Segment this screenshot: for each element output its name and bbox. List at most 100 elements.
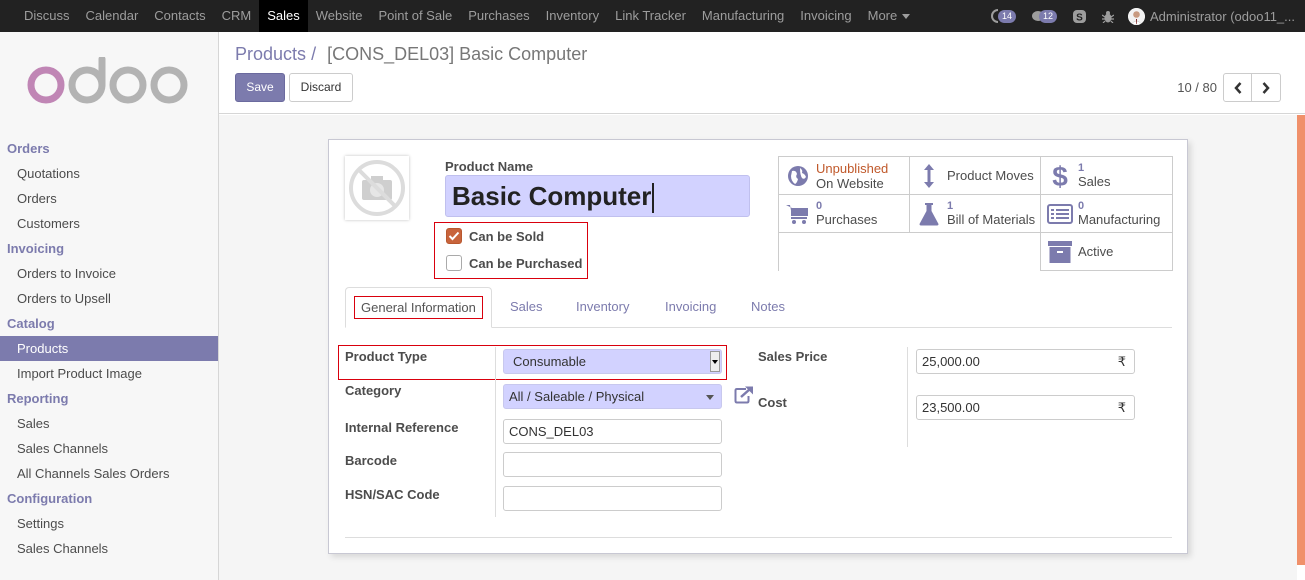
sidebar-item-quotations[interactable]: Quotations — [0, 161, 218, 186]
product-type-select[interactable]: Consumable — [503, 349, 722, 374]
can-be-purchased-checkbox[interactable]: Can be Purchased — [446, 255, 582, 271]
skype-button[interactable]: S — [1073, 9, 1086, 23]
activity-count-badge: 14 — [997, 9, 1016, 23]
app-menu-point-of-sale[interactable]: Point of Sale — [370, 0, 460, 32]
smart-button-spacer — [779, 233, 910, 271]
app-menu-calendar[interactable]: Calendar — [78, 0, 147, 32]
category-select[interactable]: All / Saleable / Physical — [503, 384, 722, 409]
hsn-code-input[interactable] — [503, 486, 722, 511]
sidebar-item-all-channels-sales-orders[interactable]: All Channels Sales Orders — [0, 461, 218, 486]
sidebar-item-orders-to-invoice[interactable]: Orders to Invoice — [0, 261, 218, 286]
select-arrow — [710, 351, 720, 372]
category-label: Category — [345, 383, 402, 398]
can-be-purchased-label: Can be Purchased — [469, 255, 583, 271]
sidebar-item-sales-channels[interactable]: Sales Channels — [0, 436, 218, 461]
caret-down-icon — [706, 395, 714, 400]
debug-button[interactable] — [1102, 10, 1114, 23]
discard-button[interactable]: Discard — [289, 73, 353, 102]
external-link-icon — [734, 386, 753, 404]
can-be-sold-label: Can be Sold — [469, 228, 545, 244]
can-be-sold-checkbox[interactable]: Can be Sold — [446, 228, 544, 244]
sidebar-section-invoicing[interactable]: Invoicing — [0, 236, 218, 261]
app-menu-website[interactable]: Website — [308, 0, 371, 32]
activity-button[interactable]: 14 — [990, 9, 1016, 23]
website-publish-button[interactable]: Unpublished On Website — [779, 157, 910, 195]
app-menu-discuss[interactable]: Discuss — [16, 0, 78, 32]
app-menu-inventory[interactable]: Inventory — [538, 0, 607, 32]
tab-notes[interactable]: Notes — [736, 287, 800, 328]
product-name-input[interactable]: Basic Computer — [445, 175, 750, 217]
sidebar-item-orders-to-upsell[interactable]: Orders to Upsell — [0, 286, 218, 311]
active-label: Active — [1078, 244, 1114, 259]
sidebar-item-import-product-image[interactable]: Import Product Image — [0, 361, 218, 386]
bug-icon — [1102, 10, 1114, 23]
globe-icon — [788, 165, 808, 186]
category-external-link[interactable] — [734, 386, 754, 407]
form-separator — [345, 537, 1172, 538]
clock-icon — [990, 9, 998, 23]
app-menu-manufacturing[interactable]: Manufacturing — [694, 0, 792, 32]
checkbox-checked[interactable] — [446, 228, 462, 244]
app-menu-crm[interactable]: CRM — [214, 0, 260, 32]
text-cursor — [652, 183, 655, 214]
app-menu-label: Contacts — [154, 8, 206, 23]
app-menu-contacts[interactable]: Contacts — [146, 0, 213, 32]
sidebar-item-sales-channels[interactable]: Sales Channels — [0, 536, 218, 561]
app-menu-label: Purchases — [468, 8, 530, 23]
sidebar-item-sales[interactable]: Sales — [0, 411, 218, 436]
sidebar-item-products[interactable]: Products — [0, 336, 218, 361]
sidebar-section-catalog[interactable]: Catalog — [0, 311, 218, 336]
app-menu-label: Calendar — [85, 8, 139, 23]
cost-input[interactable]: 23,500.00 ₹ — [916, 395, 1135, 420]
active-toggle-button[interactable]: Active — [1040, 233, 1173, 271]
product-name-label: Product Name — [445, 159, 534, 174]
purchases-label: Purchases — [816, 212, 878, 227]
sidebar-section-configuration[interactable]: Configuration — [0, 486, 218, 511]
caret-down-icon — [712, 359, 718, 364]
sidebar-item-settings[interactable]: Settings — [0, 511, 218, 536]
save-button[interactable]: Save — [235, 73, 285, 102]
manufacturing-button[interactable]: 0 Manufacturing — [1041, 195, 1173, 233]
app-menu-more[interactable]: More — [860, 0, 919, 32]
app-menu-label: Invoicing — [800, 8, 852, 23]
product-image[interactable] — [345, 156, 409, 220]
app-menu-link-tracker[interactable]: Link Tracker — [607, 0, 694, 32]
tab-general-information[interactable]: General Information — [345, 287, 492, 328]
pager-value[interactable]: 10 / 80 — [1177, 80, 1217, 95]
sidebar-item-customers[interactable]: Customers — [0, 211, 218, 236]
sidebar-section-orders[interactable]: Orders — [0, 136, 218, 161]
bill-of-materials-button[interactable]: 1 Bill of Materials — [910, 195, 1041, 233]
field-divider — [495, 347, 496, 517]
sales-button[interactable]: $ 1 Sales — [1041, 157, 1173, 195]
app-menu-sales[interactable]: Sales — [259, 0, 308, 32]
app-menu-label: Link Tracker — [615, 8, 686, 23]
bom-label: Bill of Materials — [947, 212, 1036, 227]
user-menu[interactable]: Administrator (odoo11_... — [1128, 7, 1295, 25]
barcode-input[interactable] — [503, 452, 722, 477]
tab-inventory[interactable]: Inventory — [561, 287, 644, 328]
product-type-label: Product Type — [345, 349, 428, 364]
internal-reference-label: Internal Reference — [345, 420, 459, 435]
tab-sales[interactable]: Sales — [495, 287, 558, 328]
internal-reference-input[interactable]: CONS_DEL03 — [503, 419, 722, 444]
cart-icon — [786, 204, 808, 224]
app-menu-purchases[interactable]: Purchases — [460, 0, 537, 32]
smart-button-box: Unpublished On Website Product Moves $ 1S… — [778, 156, 1173, 271]
sidebar-section-reporting[interactable]: Reporting — [0, 386, 218, 411]
app-menu-invoicing[interactable]: Invoicing — [792, 0, 859, 32]
odoo-logo[interactable] — [0, 32, 218, 132]
dollar-icon: $ — [1052, 162, 1068, 190]
product-moves-button[interactable]: Product Moves — [910, 157, 1041, 195]
pager-next-button[interactable] — [1252, 73, 1281, 102]
sales-price-input[interactable]: 25,000.00 ₹ — [916, 349, 1135, 374]
purchases-button[interactable]: 0 Purchases — [779, 195, 910, 233]
rupee-icon: ₹ — [1117, 354, 1126, 369]
sidebar-item-orders[interactable]: Orders — [0, 186, 218, 211]
pager-previous-button[interactable] — [1223, 73, 1252, 102]
sales-price-value: 25,000.00 — [922, 354, 980, 369]
breadcrumb-products-link[interactable]: Products — [235, 44, 306, 64]
messages-button[interactable]: 12 — [1031, 9, 1057, 23]
scrollbar[interactable] — [1297, 115, 1305, 565]
checkbox-unchecked[interactable] — [446, 255, 462, 271]
tab-invoicing[interactable]: Invoicing — [650, 287, 731, 328]
